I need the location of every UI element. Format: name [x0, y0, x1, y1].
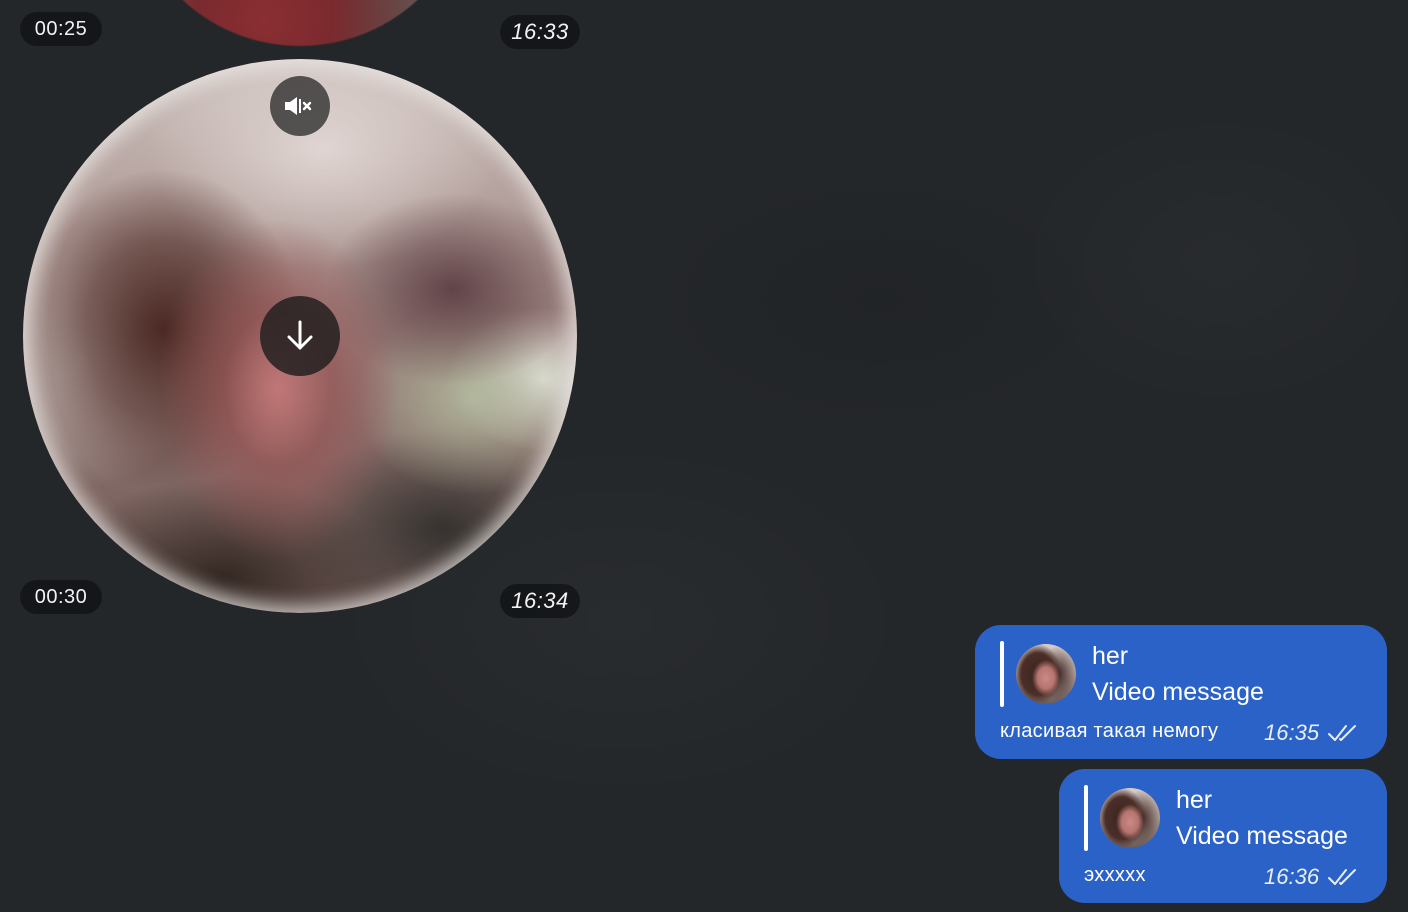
video-duration: 00:30	[34, 585, 88, 608]
video-duration: 00:25	[34, 17, 88, 40]
video-time: 16:33	[511, 19, 569, 44]
message-text: эххххх	[1084, 864, 1146, 886]
double-check-icon	[1328, 725, 1356, 741]
reply-author-name: her	[1176, 786, 1213, 814]
download-arrow-icon	[287, 320, 313, 350]
video-time: 16:34	[511, 588, 569, 613]
message-time: 16:35	[1264, 720, 1320, 745]
reply-preview-text: Video message	[1176, 822, 1348, 850]
outgoing-message-bubble[interactable]: her Video message эххххх 16:36	[1059, 769, 1387, 903]
reply-quote-bar	[1084, 785, 1088, 851]
double-check-icon	[1328, 869, 1356, 885]
muted-speaker-icon	[285, 97, 312, 115]
reply-video-thumbnail[interactable]	[1100, 788, 1160, 848]
message-text: класивая такая немогу	[1000, 720, 1219, 742]
outgoing-message-bubble[interactable]: her Video message класивая такая немогу …	[975, 625, 1387, 759]
mute-toggle-button[interactable]	[270, 76, 330, 136]
video-message-thumbnail[interactable]	[127, 0, 473, 46]
video-duration-badge: 00:30	[20, 580, 102, 614]
reply-quote-bar	[1000, 641, 1004, 707]
video-duration-badge: 00:25	[20, 12, 102, 46]
reply-preview-text: Video message	[1092, 678, 1264, 706]
download-button[interactable]	[260, 296, 340, 376]
reply-video-thumbnail[interactable]	[1016, 644, 1076, 704]
video-time-badge: 16:33	[500, 15, 580, 49]
video-time-badge: 16:34	[500, 584, 580, 618]
reply-author-name: her	[1092, 642, 1129, 670]
message-time: 16:36	[1264, 864, 1320, 889]
